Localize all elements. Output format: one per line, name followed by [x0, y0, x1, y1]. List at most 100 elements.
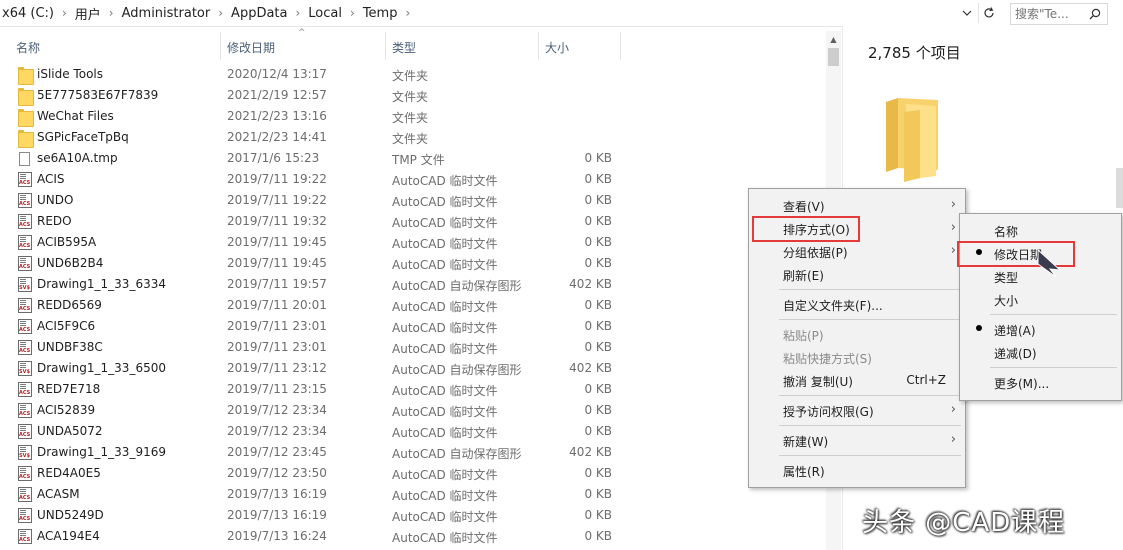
file-row[interactable]: ACS ACI5F9C6 2019/7/11 23:01 AutoCAD 临时文件 0 … [0, 316, 625, 337]
file-row[interactable]: iSlide Tools 2020/12/4 13:17 文件夹 [0, 64, 625, 85]
sort-option-ascending[interactable]: 递增(A) [960, 319, 1121, 341]
file-name: Drawing1_1_33_6500 [37, 361, 166, 375]
submenu-arrow-icon: › [950, 197, 956, 212]
chevron-down-icon[interactable] [958, 3, 976, 23]
file-row[interactable]: ACS UND5249D 2019/7/13 16:19 AutoCAD 临时文件 0 … [0, 505, 625, 526]
file-row[interactable]: SV$ Drawing1_1_33_6334 2019/7/11 19:57 Auto… [0, 274, 625, 295]
file-type: TMP 文件 [392, 153, 445, 167]
menu-item-paste-shortcut[interactable]: 粘贴快捷方式(S) [749, 347, 965, 369]
column-header-date[interactable]: 修改日期 [227, 34, 275, 60]
breadcrumb-item-drive[interactable]: x64 (C:) [0, 6, 56, 21]
file-size: 402 KB [569, 445, 612, 459]
refresh-icon[interactable] [978, 3, 999, 23]
file-row[interactable]: SV$ Drawing1_1_33_6500 2019/7/11 23:12 Auto… [0, 358, 625, 379]
menu-item-refresh[interactable]: 刷新(E) [749, 264, 965, 286]
breadcrumb-item-local[interactable]: Local [306, 6, 344, 21]
file-size: 0 KB [584, 403, 612, 417]
file-size: 0 KB [584, 487, 612, 501]
file-icon [19, 152, 30, 166]
autocad-temp-icon: ACS [18, 172, 32, 187]
menu-separator [990, 314, 1117, 315]
file-name: SGPicFaceTpBq [37, 130, 129, 144]
search-icon[interactable] [1086, 4, 1104, 24]
menu-item-give-access[interactable]: 授予访问权限(G) › [749, 400, 965, 422]
breadcrumb-separator-icon[interactable]: › [344, 6, 361, 20]
file-date: 2019/7/11 23:01 [227, 340, 327, 354]
menu-item-label: 大小 [994, 294, 1019, 308]
sort-option-name[interactable]: 名称 [960, 220, 1121, 242]
file-row[interactable]: ACS REDO 2019/7/11 19:32 AutoCAD 临时文件 0 KB [0, 211, 625, 232]
column-divider[interactable] [538, 32, 539, 60]
file-row[interactable]: 5E777583E67F7839 2021/2/19 12:57 文件夹 [0, 85, 625, 106]
file-row[interactable]: ACS UNDA5072 2019/7/12 23:34 AutoCAD 临时文件 0 … [0, 421, 625, 442]
file-row[interactable]: ACS RED4A0E5 2019/7/12 23:50 AutoCAD 临时文件 0 … [0, 463, 625, 484]
menu-item-label: 属性(R) [783, 465, 825, 479]
breadcrumb-separator-icon[interactable]: › [212, 6, 229, 20]
breadcrumb-separator-icon[interactable]: › [103, 6, 120, 20]
file-name: ACA194E4 [37, 529, 100, 543]
file-row[interactable]: ACS ACIS 2019/7/11 19:22 AutoCAD 临时文件 0 KB [0, 169, 625, 190]
menu-item-label: 更多(M)... [994, 377, 1050, 391]
file-date: 2019/7/11 23:12 [227, 361, 327, 375]
file-name: Drawing1_1_33_6334 [37, 277, 166, 291]
column-divider[interactable] [385, 32, 386, 60]
breadcrumb-separator-icon[interactable]: › [399, 6, 416, 20]
autocad-temp-icon: ACS [18, 298, 32, 313]
file-type: AutoCAD 临时文件 [392, 489, 498, 503]
file-date: 2019/7/11 23:01 [227, 319, 327, 333]
scroll-up-icon[interactable]: ▲ [826, 31, 841, 47]
file-row[interactable]: se6A10A.tmp 2017/1/6 15:23 TMP 文件 0 KB [0, 148, 625, 169]
sort-ascending-icon: ^ [298, 28, 306, 38]
file-row[interactable]: ACS ACASM 2019/7/13 16:19 AutoCAD 临时文件 0 KB [0, 484, 625, 505]
menu-item-new[interactable]: 新建(W) › [749, 430, 965, 452]
submenu-arrow-icon: › [950, 243, 956, 258]
scrollbar-thumb[interactable] [828, 48, 839, 66]
file-row[interactable]: SV$ Drawing1_1_33_9169 2019/7/12 23:45 Auto… [0, 442, 625, 463]
column-divider[interactable] [220, 32, 221, 60]
file-row[interactable]: ACS RED7E718 2019/7/11 23:15 AutoCAD 临时文件 0 … [0, 379, 625, 400]
column-header-size[interactable]: 大小 [545, 34, 569, 60]
breadcrumb-separator-icon[interactable]: › [289, 6, 306, 20]
column-header-type[interactable]: 类型 [392, 34, 416, 60]
menu-item-group-by[interactable]: 分组依据(P) › [749, 241, 965, 263]
sort-option-descending[interactable]: 递减(D) [960, 342, 1121, 364]
sort-option-more[interactable]: 更多(M)... [960, 372, 1121, 394]
menu-item-properties[interactable]: 属性(R) [749, 460, 965, 482]
file-row[interactable]: ACS UND6B2B4 2019/7/11 19:45 AutoCAD 临时文件 0 … [0, 253, 625, 274]
file-row[interactable]: WeChat Files 2021/2/23 13:16 文件夹 [0, 106, 625, 127]
file-type: 文件夹 [392, 90, 429, 104]
file-type: AutoCAD 临时文件 [392, 237, 498, 251]
menu-item-undo-copy[interactable]: 撤消 复制(U) Ctrl+Z [749, 370, 965, 392]
file-size: 0 KB [584, 424, 612, 438]
file-size: 0 KB [584, 529, 612, 543]
file-row[interactable]: ACS ACIB595A 2019/7/11 19:45 AutoCAD 临时文件 0 … [0, 232, 625, 253]
submenu-arrow-icon: › [950, 402, 956, 417]
breadcrumb-item-temp[interactable]: Temp [361, 6, 400, 21]
breadcrumb-separator-icon[interactable]: › [56, 6, 73, 20]
folder-icon [18, 109, 34, 127]
column-divider[interactable] [620, 32, 621, 60]
menu-item-customize-folder[interactable]: 自定义文件夹(F)... [749, 294, 965, 316]
file-type: AutoCAD 临时文件 [392, 321, 498, 335]
file-row[interactable]: ACS UNDO 2019/7/11 19:22 AutoCAD 临时文件 0 KB [0, 190, 625, 211]
breadcrumb-item-users[interactable]: 用户 [73, 4, 103, 23]
file-row[interactable]: ACS ACI52839 2019/7/12 23:34 AutoCAD 临时文件 0 … [0, 400, 625, 421]
column-header-name[interactable]: 名称 [16, 34, 40, 60]
file-type: 文件夹 [392, 111, 429, 125]
menu-item-paste[interactable]: 粘贴(P) [749, 324, 965, 346]
file-row[interactable]: ACS UNDBF38C 2019/7/11 23:01 AutoCAD 临时文件 0 … [0, 337, 625, 358]
search-input[interactable] [1015, 5, 1077, 22]
address-bar[interactable]: x64 (C:) › 用户 › Administrator › AppData … [0, 0, 1005, 27]
file-row[interactable]: ACS ACA194E4 2019/7/13 16:24 AutoCAD 临时文件 0 … [0, 526, 625, 547]
sort-option-size[interactable]: 大小 [960, 289, 1121, 311]
file-row[interactable]: ACS REDD6569 2019/7/11 20:01 AutoCAD 临时文件 0 … [0, 295, 625, 316]
autocad-temp-icon: ACS [18, 235, 32, 250]
file-name: ACIS [37, 172, 65, 186]
breadcrumb-item-administrator[interactable]: Administrator [120, 6, 213, 21]
file-name: UNDA5072 [37, 424, 103, 438]
menu-item-label: 查看(V) [783, 200, 825, 214]
breadcrumb-item-appdata[interactable]: AppData [229, 6, 289, 21]
search-box[interactable] [1010, 3, 1108, 25]
file-row[interactable]: SGPicFaceTpBq 2021/2/23 14:41 文件夹 [0, 127, 625, 148]
menu-item-view[interactable]: 查看(V) › [749, 195, 965, 217]
